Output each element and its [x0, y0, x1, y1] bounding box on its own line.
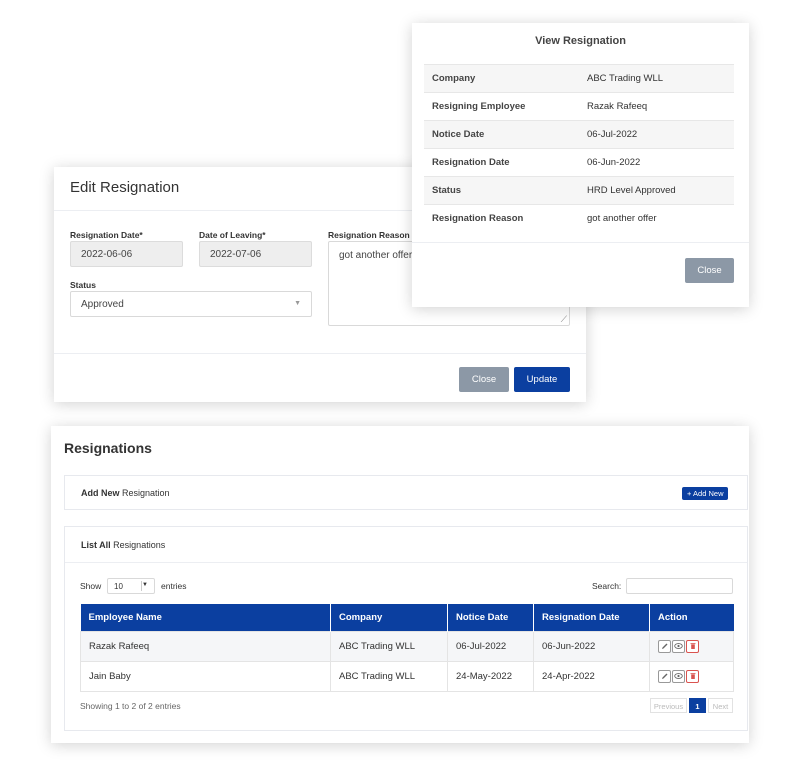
- detail-key: Company: [424, 64, 579, 93]
- resignation-reason-text: got another offer: [339, 250, 413, 261]
- page-length-value: 10: [114, 582, 123, 591]
- table-info: Showing 1 to 2 of 2 entries: [80, 701, 181, 711]
- detail-key: Resigning Employee: [424, 92, 579, 121]
- edit-modal-title: Edit Resignation: [70, 179, 180, 196]
- detail-key: Status: [424, 176, 579, 205]
- view-resignation-modal: View Resignation Company ABC Trading WLL…: [412, 23, 749, 307]
- cell-actions: [649, 660, 734, 692]
- leaving-date-field[interactable]: 2022-07-06: [199, 241, 312, 267]
- pagination-previous[interactable]: Previous: [650, 698, 687, 713]
- caret-down-icon: ▼: [142, 582, 148, 588]
- add-new-heading-rest: Resignation: [119, 488, 170, 498]
- detail-row: Status HRD Level Approved: [424, 176, 734, 205]
- detail-row: Company ABC Trading WLL: [424, 64, 734, 93]
- pagination-next[interactable]: Next: [708, 698, 733, 713]
- update-button[interactable]: Update: [514, 367, 570, 392]
- cell-company: ABC Trading WLL: [330, 630, 448, 662]
- resignations-table: Employee Name Company Notice Date Resign…: [80, 604, 734, 692]
- search-input[interactable]: [626, 578, 733, 594]
- trash-icon[interactable]: [686, 639, 699, 653]
- detail-row: Resignation Date 06-Jun-2022: [424, 148, 734, 177]
- cell-employee-name: Razak Rafeeq: [80, 630, 331, 662]
- list-heading-rest: Resignations: [110, 540, 166, 550]
- add-new-heading-bold: Add New: [81, 488, 120, 498]
- entries-label: entries: [161, 581, 187, 591]
- pagination-page-1[interactable]: 1: [689, 698, 706, 713]
- page-length-select[interactable]: 10 ▼: [107, 578, 155, 594]
- column-header-company[interactable]: Company: [330, 604, 448, 631]
- chevron-down-icon: ▼: [294, 300, 301, 307]
- detail-value: 06-Jun-2022: [579, 148, 734, 177]
- resignation-reason-label: Resignation Reason: [328, 230, 410, 240]
- column-header-notice-date[interactable]: Notice Date: [447, 604, 534, 631]
- cell-notice-date: 24-May-2022: [447, 660, 534, 692]
- view-modal-title: View Resignation: [535, 35, 626, 47]
- detail-value: Razak Rafeeq: [579, 92, 734, 121]
- list-section-divider: [65, 562, 747, 563]
- detail-value: HRD Level Approved: [579, 176, 734, 205]
- table-row: Jain Baby ABC Trading WLL 24-May-2022 24…: [80, 660, 734, 692]
- resignations-panel: Resignations Add New Resignation + Add N…: [51, 426, 749, 743]
- view-close-button[interactable]: Close: [685, 258, 734, 283]
- edit-modal-footer-divider: [54, 353, 586, 354]
- detail-row: Notice Date 06-Jul-2022: [424, 120, 734, 149]
- detail-row: Resignation Reason got another offer: [424, 204, 734, 233]
- edit-close-button[interactable]: Close: [459, 367, 509, 392]
- column-header-action: Action: [649, 604, 734, 631]
- add-new-heading: Add New Resignation: [81, 488, 170, 498]
- eye-icon[interactable]: [672, 639, 685, 653]
- detail-key: Resignation Reason: [424, 204, 579, 233]
- status-select-value: Approved: [81, 299, 124, 310]
- view-modal-footer-divider: [412, 242, 749, 243]
- column-header-resignation-date[interactable]: Resignation Date: [533, 604, 650, 631]
- resignation-details-table: Company ABC Trading WLL Resigning Employ…: [424, 64, 734, 233]
- cell-employee-name: Jain Baby: [80, 660, 331, 692]
- resize-grip-icon[interactable]: ⟋: [561, 314, 567, 325]
- list-heading: List All Resignations: [81, 540, 165, 550]
- detail-value: 06-Jul-2022: [579, 120, 734, 149]
- add-new-button[interactable]: + Add New: [682, 487, 729, 500]
- eye-icon[interactable]: [672, 669, 685, 683]
- detail-key: Resignation Date: [424, 148, 579, 177]
- cell-notice-date: 06-Jul-2022: [447, 630, 534, 662]
- table-row: Razak Rafeeq ABC Trading WLL 06-Jul-2022…: [80, 630, 734, 662]
- page-title: Resignations: [64, 440, 152, 456]
- column-header-employee-name[interactable]: Employee Name: [80, 604, 331, 631]
- cell-resignation-date: 24-Apr-2022: [533, 660, 650, 692]
- pencil-icon[interactable]: [658, 639, 671, 653]
- detail-value: got another offer: [579, 204, 734, 233]
- list-heading-bold: List All: [81, 540, 111, 550]
- resignation-date-label: Resignation Date*: [70, 230, 143, 240]
- resignation-date-field[interactable]: 2022-06-06: [70, 241, 183, 267]
- detail-row: Resigning Employee Razak Rafeeq: [424, 92, 734, 121]
- table-header-row: Employee Name Company Notice Date Resign…: [80, 604, 734, 631]
- detail-key: Notice Date: [424, 120, 579, 149]
- cell-company: ABC Trading WLL: [330, 660, 448, 692]
- search-label: Search:: [592, 581, 622, 591]
- add-new-section: Add New Resignation + Add New: [64, 475, 748, 510]
- status-select[interactable]: Approved ▼: [70, 291, 312, 317]
- cell-resignation-date: 06-Jun-2022: [533, 630, 650, 662]
- detail-value: ABC Trading WLL: [579, 64, 734, 93]
- status-label: Status: [70, 280, 96, 290]
- trash-icon[interactable]: [686, 669, 699, 683]
- leaving-date-label: Date of Leaving*: [199, 230, 266, 240]
- show-label: Show: [80, 581, 102, 591]
- pencil-icon[interactable]: [658, 669, 671, 683]
- cell-actions: [649, 630, 734, 662]
